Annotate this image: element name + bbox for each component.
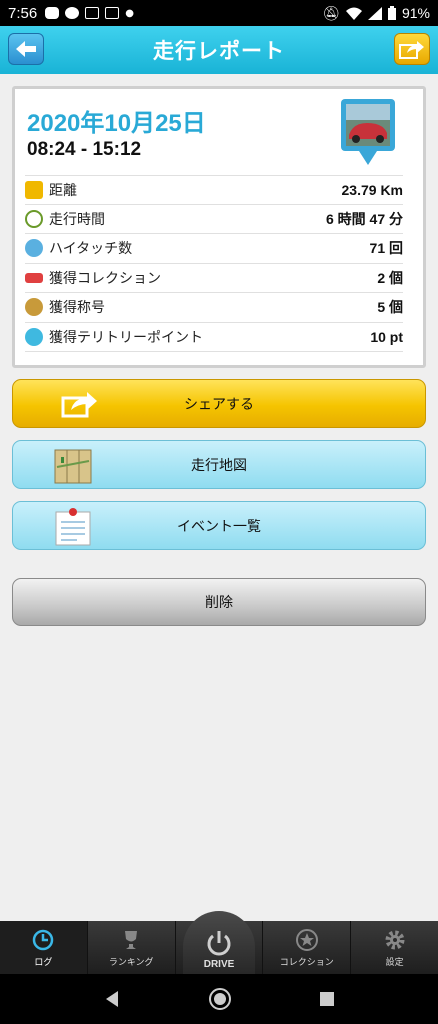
share-icon [61,392,97,418]
status-right: 🔕︎ 91% [322,5,430,22]
back-button[interactable] [8,33,44,65]
drive-map-button[interactable]: 走行地図 [12,440,426,489]
notification-icons: ● [45,7,134,19]
battery-icon [387,6,396,20]
share-header-button[interactable] [394,33,430,65]
stat-value: 71 回 [369,240,403,257]
dot-icon: ● [125,7,134,19]
wifi-icon [345,7,362,20]
app-header: 走行レポート [0,26,438,74]
stat-row-title: 獲得称号 5 個 [25,293,403,323]
status-time: 7:56 [8,4,38,22]
nav-ranking-label: ランキング [108,958,154,968]
report-card: 2020年10月25日 08:24 - 15:12 距離 23.79 Km 走行… [12,86,426,368]
recents-square-icon[interactable] [319,991,335,1007]
arrow-left-icon [16,41,36,57]
stat-value: 23.79 Km [341,181,403,198]
event-list-button-label: イベント一覧 [177,518,261,535]
battery-level: 91% [401,5,430,21]
nav-collection-label: コレクション [279,958,334,968]
chat-icon [65,7,80,19]
share-button[interactable]: シェアする [12,379,426,428]
nav-settings-label: 設定 [385,958,404,968]
share-button-label: シェアする [184,396,254,413]
stat-label: 獲得称号 [49,300,105,317]
stat-label: ハイタッチ数 [49,241,133,258]
share-icon [399,41,424,59]
stat-row-collection: 獲得コレクション 2 個 [25,264,403,293]
nav-collection[interactable]: コレクション [263,921,352,974]
nav-log-label: ログ [34,958,53,968]
youtube-icon [45,7,60,19]
clock-icon [25,209,43,228]
km-icon [25,180,43,199]
car-icon [25,272,43,283]
drive-button-label: DRIVE [203,959,235,970]
app-icon [85,7,100,19]
drive-button[interactable]: DRIVE [183,911,255,977]
stat-label: 獲得テリトリーポイント [49,329,203,346]
stat-label: 走行時間 [49,211,105,228]
home-circle-icon[interactable] [208,987,232,1011]
page-title: 走行レポート [153,39,285,63]
nav-log[interactable]: ログ [0,921,88,974]
signal-icon [367,6,382,20]
stat-value: 10 pt [370,328,403,345]
stat-value: 5 個 [377,299,403,316]
stat-value: 2 個 [377,269,403,286]
clock-icon [33,929,54,951]
territory-icon [25,327,43,346]
stat-row-high-touch: ハイタッチ数 71 回 [25,234,403,264]
stat-value: 6 時間 47 分 [325,210,403,227]
stat-row-distance: 距離 23.79 Km [25,175,403,205]
mute-icon: 🔕︎ [322,4,340,21]
map-icon [54,449,92,484]
stat-label: 距離 [49,182,77,199]
delete-button-label: 削除 [205,595,233,611]
star-icon [295,929,318,951]
stat-row-territory: 獲得テリトリーポイント 10 pt [25,323,403,352]
car-pin-icon [341,99,395,165]
trophy-icon [125,931,138,949]
report-time-range: 08:24 - 15:12 [27,139,142,160]
status-bar: 7:56 ● 🔕︎ 91% [0,0,438,26]
event-list-button[interactable]: イベント一覧 [12,501,426,550]
back-triangle-icon[interactable] [103,990,121,1008]
delete-button[interactable]: 削除 [12,578,426,626]
stats-list: 距離 23.79 Km 走行時間 6 時間 47 分 ハイタッチ数 71 回 獲… [25,175,403,352]
power-icon [207,931,231,956]
nav-settings[interactable]: 設定 [351,921,438,974]
nav-ranking[interactable]: ランキング [88,921,176,974]
report-date: 2020年10月25日 [27,110,206,137]
stat-row-drive-time: 走行時間 6 時間 47 分 [25,205,403,234]
hand-icon [25,239,43,258]
gear-icon [385,930,405,950]
stat-label: 獲得コレクション [49,270,161,287]
medal-icon [25,298,43,317]
drive-map-button-label: 走行地図 [191,457,247,474]
image-icon [105,7,120,19]
system-nav-bar [0,974,438,1024]
memo-icon [55,508,91,546]
